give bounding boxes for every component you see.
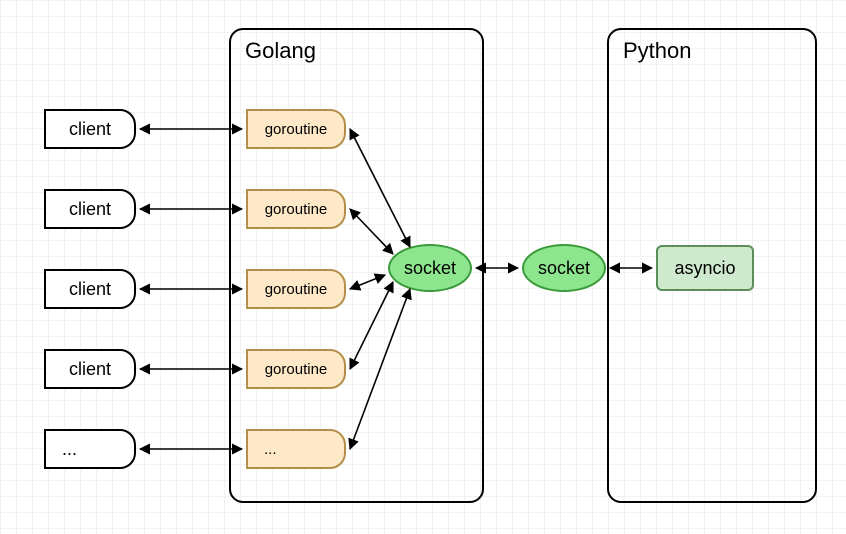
socket-node-golang: socket (388, 244, 472, 292)
python-label: Python (623, 38, 692, 64)
goroutine-node: goroutine (246, 189, 346, 229)
goroutine-node: goroutine (246, 269, 346, 309)
goroutine-node: goroutine (246, 349, 346, 389)
goroutine-node-more: ... (246, 429, 346, 469)
golang-label: Golang (245, 38, 316, 64)
client-node: client (44, 189, 136, 229)
diagram-canvas: Golang Python client client client clien… (0, 0, 846, 534)
client-node: client (44, 269, 136, 309)
client-node-more: ... (44, 429, 136, 469)
socket-node-python: socket (522, 244, 606, 292)
client-node: client (44, 109, 136, 149)
asyncio-node: asyncio (656, 245, 754, 291)
goroutine-node: goroutine (246, 109, 346, 149)
client-node: client (44, 349, 136, 389)
